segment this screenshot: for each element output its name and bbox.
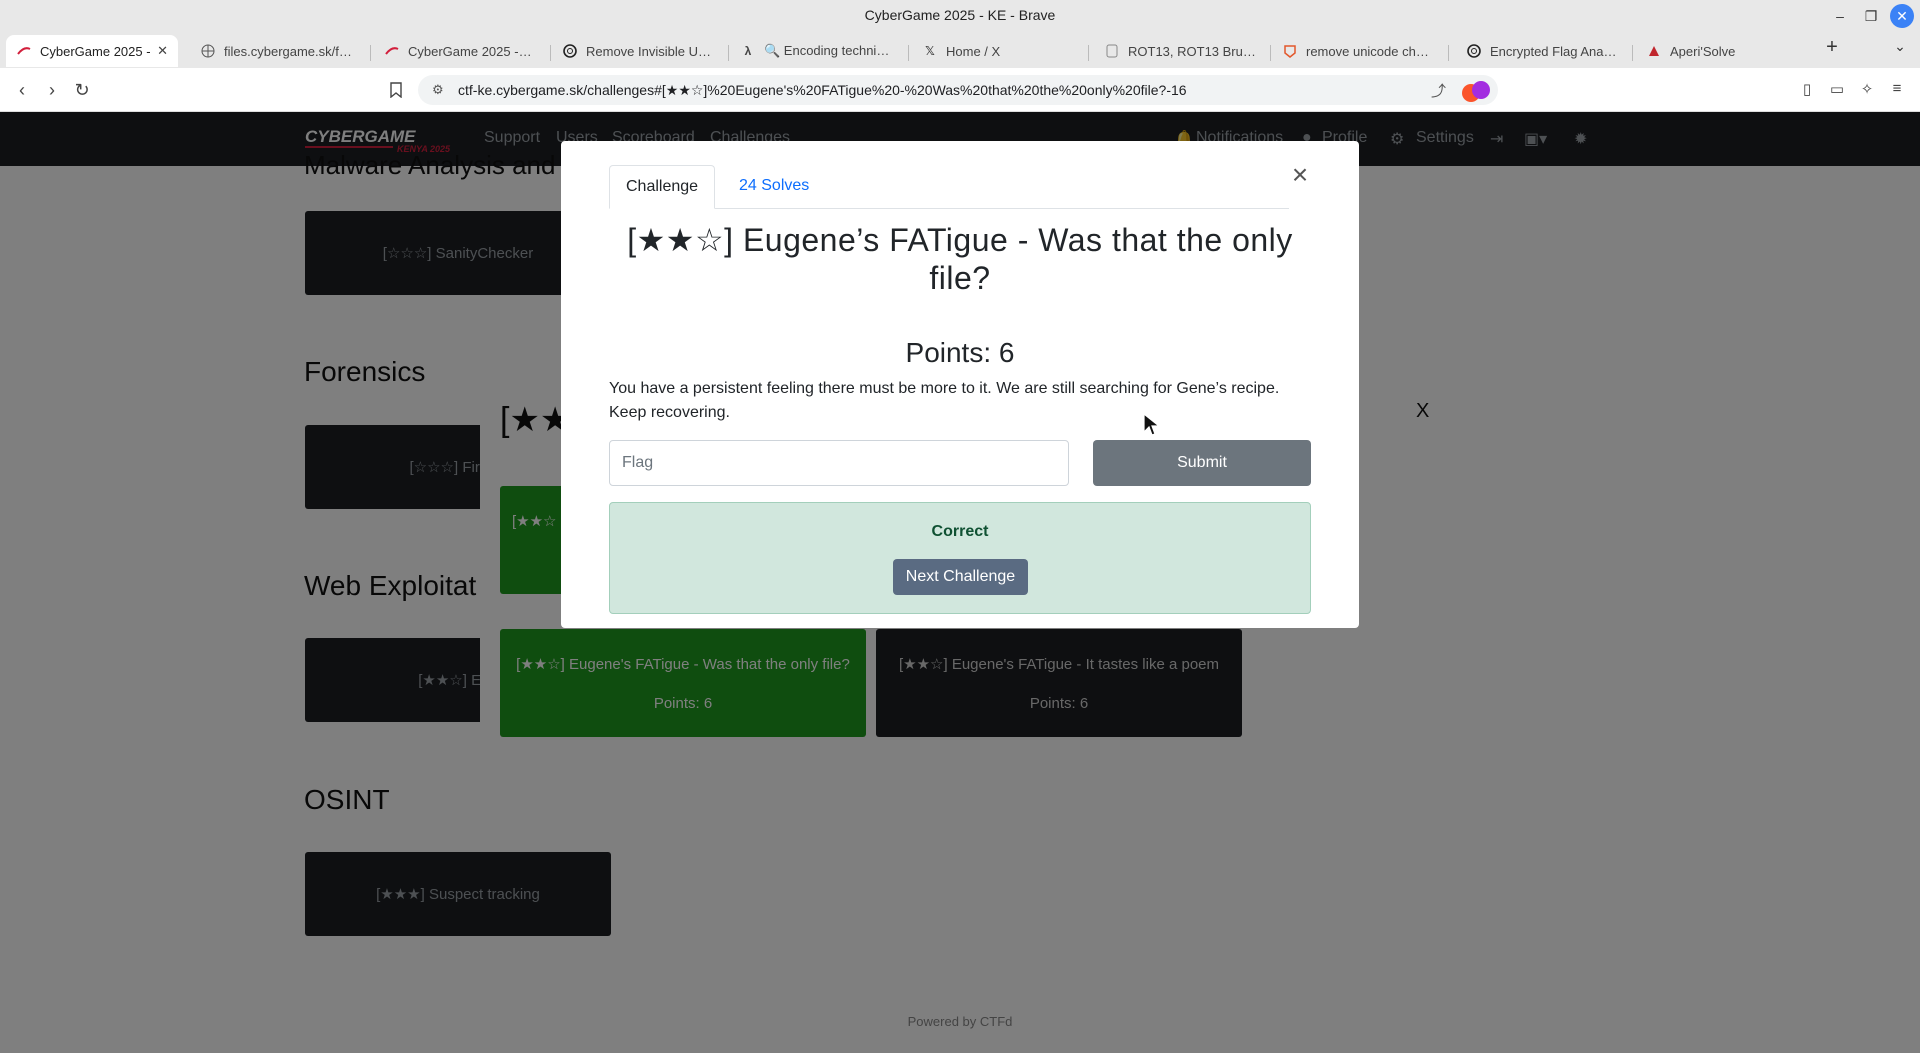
page-content: CYBERGAME KENYA 2025 Support Users Score… [0,112,1920,1053]
tab-label: files.cybergame.sk/first [224,43,352,59]
reload-icon[interactable]: ↻ [70,78,94,102]
tab-separator [908,45,909,61]
minimize-button[interactable]: – [1828,4,1852,28]
tab-remove-invisible[interactable]: Remove Invisible Unico [552,35,724,67]
openai-icon [1466,43,1482,59]
url-text[interactable]: ctf-ke.cybergame.sk/challenges#[★★☆]%20E… [458,82,1187,99]
window-title: CyberGame 2025 - KE - Brave [864,7,1056,23]
sidebar-toggle-icon[interactable]: ▯ [1797,80,1817,100]
tab-encrypted-flag[interactable]: Encrypted Flag Analys [1456,35,1628,67]
challenge-description: You have a persistent feeling there must… [609,380,1280,421]
site-settings-icon[interactable]: ⚙ [432,82,444,98]
tab-remove-unicode[interactable]: remove unicode chara [1272,35,1444,67]
tab-files[interactable]: files.cybergame.sk/first [190,35,362,67]
challenge-modal-tabs: Challenge 24 Solves [609,165,1289,209]
tab-encoding[interactable]: λ 🔍 Encoding technique [730,35,902,67]
openai-icon [562,43,578,59]
next-challenge-button[interactable]: Next Challenge [893,559,1028,595]
tab-cybergame[interactable]: CyberGame 2025 - KE [374,35,544,67]
leo-ai-icon[interactable]: ✧ [1857,80,1877,100]
tab-strip: CyberGame 2025 - ✕ files.cybergame.sk/fi… [0,32,1920,68]
globe-icon [200,43,216,59]
result-alert: Correct Next Challenge [609,502,1311,614]
address-bar[interactable]: ⚙ ctf-ke.cybergame.sk/challenges#[★★☆]%2… [418,75,1498,105]
browser-toolbar: ‹ › ↻ ⚙ ctf-ke.cybergame.sk/challenges#[… [0,68,1920,112]
share-icon[interactable]: ⤴ [1431,80,1446,101]
result-message: Correct [931,523,989,540]
tab-rot13[interactable]: ROT13, ROT13 Brute F [1094,35,1266,67]
challenge-points: Points: 6 [905,337,1015,368]
tab-label: remove unicode chara [1306,43,1434,59]
tab-separator [550,45,551,61]
tab-separator [1448,45,1449,61]
brave-search-icon [1282,43,1298,59]
aperisolve-icon [1646,43,1662,59]
dcode-icon [1104,43,1120,59]
tab-separator [1632,45,1633,61]
modal-close-icon[interactable]: × [1287,161,1313,189]
forward-arrow-icon[interactable]: › [40,78,64,102]
cybergame-favicon-icon [384,43,400,59]
window-titlebar: CyberGame 2025 - KE - Brave – ❐ ✕ [0,0,1920,32]
challenge-title: [★★☆] Eugene’s FATigue - Was that the on… [627,222,1293,296]
tab-label: 🔍 Encoding technique [764,43,892,58]
tab-separator [728,45,729,61]
back-arrow-icon[interactable]: ‹ [10,78,34,102]
tab-label: Home / X [946,43,1001,59]
challenge-modal: Challenge 24 Solves × [★★☆] Eugene’s FAT… [561,141,1359,628]
window-close-button[interactable]: ✕ [1890,4,1914,28]
tab-label: Encrypted Flag Analys [1490,43,1618,59]
tab-cybergame-active[interactable]: CyberGame 2025 - ✕ [6,35,178,67]
tab-aperisolve[interactable]: Aperi'Solve [1636,35,1808,67]
tab-label: CyberGame 2025 - [40,43,151,59]
wallet-icon[interactable]: ▭ [1827,80,1847,100]
submit-button[interactable]: Submit [1093,440,1311,486]
tab-x[interactable]: 𝕏 Home / X [912,35,1084,67]
tab-challenge[interactable]: Challenge [609,165,716,209]
menu-hamburger-icon[interactable]: ≡ [1887,80,1907,100]
cybergame-favicon-icon [16,43,32,59]
maximize-button[interactable]: ❐ [1859,4,1883,28]
tab-label: ROT13, ROT13 Brute F [1128,43,1256,59]
tab-label: Aperi'Solve [1670,43,1736,59]
tab-solves[interactable]: 24 Solves [723,165,825,209]
bookmark-icon[interactable] [384,78,408,102]
tab-separator [1088,45,1089,61]
lambda-icon: λ [744,44,752,58]
tab-separator [370,45,371,61]
tab-close-icon[interactable]: ✕ [157,43,168,59]
brave-rewards-icon[interactable] [1472,81,1490,99]
flag-input[interactable] [609,440,1069,486]
tab-label: CyberGame 2025 - KE [408,43,534,59]
tab-list-chevron-icon[interactable]: ⌄ [1890,38,1910,58]
tab-separator [1270,45,1271,61]
mouse-cursor-icon [1143,413,1161,436]
x-logo-icon: 𝕏 [925,44,935,58]
new-tab-plus-icon[interactable]: + [1820,36,1844,60]
tab-label: Remove Invisible Unico [586,43,714,59]
